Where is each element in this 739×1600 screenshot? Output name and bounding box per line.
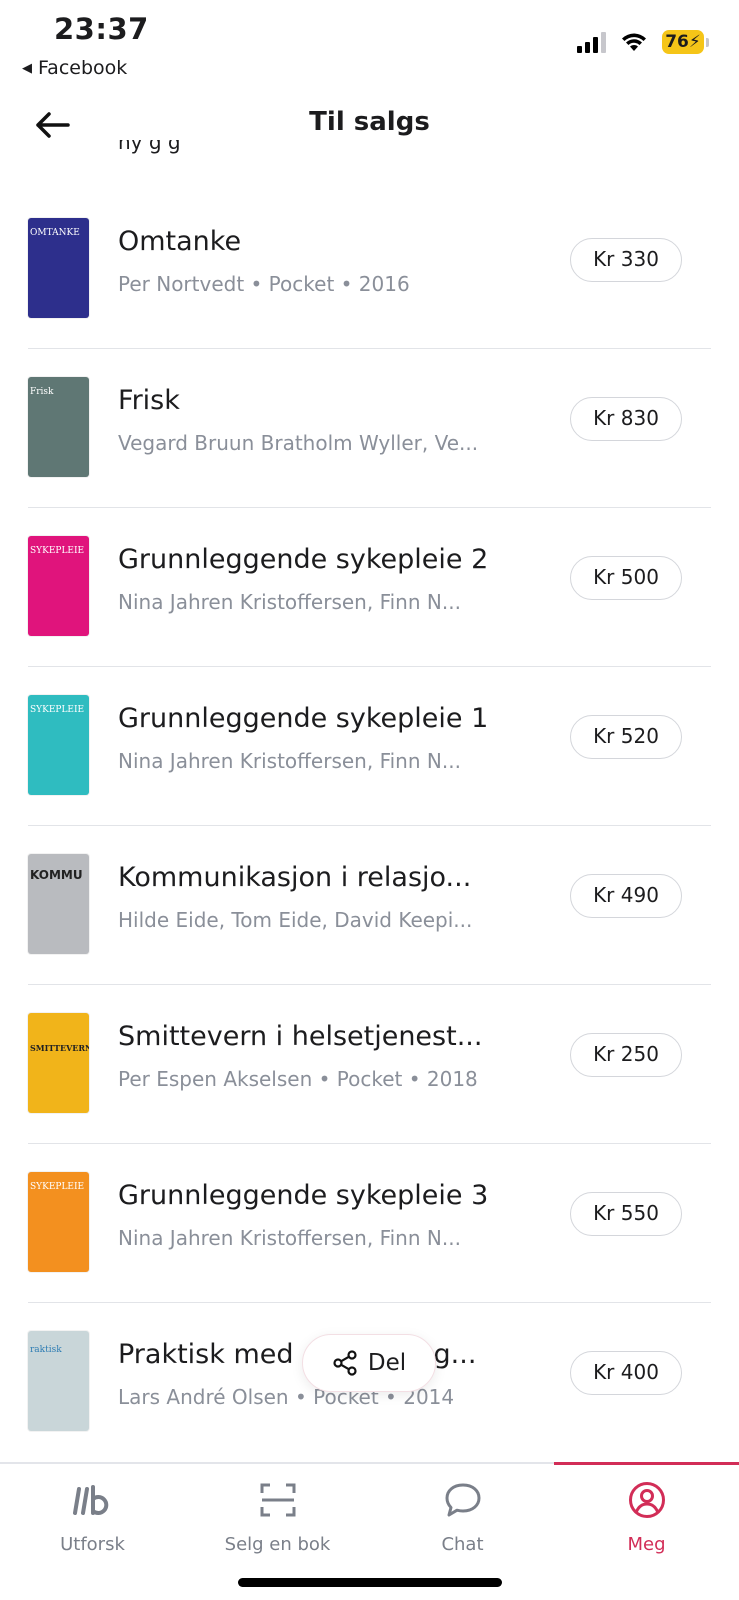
- tab-label: Selg en bok: [224, 1534, 331, 1555]
- price-button[interactable]: Kr 250: [570, 1033, 682, 1077]
- back-app-label: Facebook: [38, 57, 128, 79]
- price-button[interactable]: Kr 550: [570, 1192, 682, 1236]
- book-cover-image: SYKEPLEIE: [28, 1172, 89, 1272]
- book-cover-text: SYKEPLEIE: [30, 1182, 85, 1192]
- book-cover-image: SMITTEVERN: [28, 1013, 89, 1113]
- book-title-end: g...: [433, 1339, 477, 1370]
- book-list: OMTANKE Omtanke Per Nortvedt • Pocket • 20…: [0, 190, 739, 1435]
- book-cover-image: SYKEPLEIE: [28, 695, 89, 795]
- price-button[interactable]: Kr 490: [570, 874, 682, 918]
- tab-utforsk[interactable]: Utforsk: [0, 1464, 185, 1574]
- chat-bubble-icon: [441, 1478, 485, 1522]
- page-header: Til salgs: [0, 95, 739, 155]
- book-cover-text: raktisk: [30, 1345, 62, 1355]
- share-button[interactable]: Del: [302, 1334, 436, 1392]
- book-title: Grunnleggende sykepleie 2: [118, 544, 489, 575]
- book-title: Smittevern i helsetjenest...: [118, 1021, 483, 1052]
- price-button[interactable]: Kr 500: [570, 556, 682, 600]
- book-title: Omtanke: [118, 226, 242, 257]
- tab-label: Meg: [627, 1534, 666, 1555]
- tab-chat[interactable]: Chat: [370, 1464, 555, 1574]
- book-title: Frisk: [118, 385, 180, 416]
- book-details: Nina Jahren Kristoffersen, Finn N...: [118, 1226, 461, 1250]
- tab-label: Chat: [441, 1534, 484, 1555]
- tab-label: Utforsk: [60, 1534, 125, 1555]
- book-details: Vegard Bruun Bratholm Wyller, Ve...: [118, 431, 479, 455]
- book-cover-text: KOMMU: [30, 868, 83, 882]
- book-details: Nina Jahren Kristoffersen, Finn N...: [118, 749, 461, 773]
- share-label: Del: [367, 1350, 407, 1376]
- book-details: Hilde Eide, Tom Eide, David Keepi...: [118, 908, 473, 932]
- library-icon: [71, 1478, 115, 1522]
- book-list-item[interactable]: SMITTEVERN Smittevern i helsetjenest... Pe…: [0, 985, 739, 1144]
- tab-selg-en-bok[interactable]: Selg en bok: [185, 1464, 370, 1574]
- book-list-item[interactable]: OMTANKE Omtanke Per Nortvedt • Pocket • 20…: [0, 190, 739, 349]
- wifi-icon: [622, 33, 646, 51]
- scan-icon: [256, 1478, 300, 1522]
- tab-meg[interactable]: Meg: [554, 1462, 739, 1574]
- price-button[interactable]: Kr 830: [570, 397, 682, 441]
- book-details: Nina Jahren Kristoffersen, Finn N...: [118, 590, 461, 614]
- back-triangle-icon: ◀: [22, 60, 32, 76]
- home-indicator: [238, 1578, 502, 1587]
- book-cover-text: Frisk: [30, 387, 54, 397]
- book-cover-image: KOMMU: [28, 854, 89, 954]
- price-button[interactable]: Kr 400: [570, 1351, 682, 1395]
- battery-icon: 76⚡: [662, 30, 709, 54]
- book-cover-image: Frisk: [28, 377, 89, 477]
- status-bar: 23:37 ◀ Facebook 76⚡: [0, 0, 739, 90]
- book-title: Kommunikasjon i relasjo...: [118, 862, 472, 893]
- cellular-signal-icon: [577, 31, 606, 53]
- battery-level: 76: [665, 32, 689, 52]
- book-list-item[interactable]: KOMMU Kommunikasjon i relasjo... Hilde Eid…: [0, 826, 739, 985]
- book-cover-text: SYKEPLEIE: [30, 705, 85, 715]
- book-cover-text: SYKEPLEIE: [30, 546, 85, 556]
- page-title: Til salgs: [309, 107, 430, 137]
- profile-icon: [625, 1478, 669, 1522]
- book-list-item[interactable]: SYKEPLEIE Grunnleggende sykepleie 2 Nina J…: [0, 508, 739, 667]
- book-title: Grunnleggende sykepleie 1: [118, 703, 489, 734]
- share-icon: [333, 1350, 357, 1376]
- active-tab-indicator: [554, 1462, 739, 1465]
- book-title-start: Praktisk med: [118, 1339, 294, 1370]
- book-cover-image: OMTANKE: [28, 218, 89, 318]
- book-details: Per Nortvedt • Pocket • 2016: [118, 272, 410, 296]
- status-time: 23:37: [54, 12, 149, 46]
- book-title: Grunnleggende sykepleie 3: [118, 1180, 489, 1211]
- price-button[interactable]: Kr 330: [570, 238, 682, 282]
- book-cover-image: SYKEPLEIE: [28, 536, 89, 636]
- book-list-item[interactable]: Frisk Frisk Vegard Bruun Bratholm Wyller, …: [0, 349, 739, 508]
- scrolled-away-text: ny g g: [118, 140, 181, 154]
- book-details: Per Espen Akselsen • Pocket • 2018: [118, 1067, 478, 1091]
- book-cover-image: raktisk: [28, 1331, 89, 1431]
- book-list-item[interactable]: SYKEPLEIE Grunnleggende sykepleie 3 Nina J…: [0, 1144, 739, 1303]
- book-cover-text: SMITTEVERN: [30, 1043, 89, 1053]
- price-button[interactable]: Kr 520: [570, 715, 682, 759]
- book-list-item[interactable]: SYKEPLEIE Grunnleggende sykepleie 1 Nina J…: [0, 667, 739, 826]
- back-to-app-link[interactable]: ◀ Facebook: [22, 57, 127, 79]
- book-cover-text: OMTANKE: [30, 228, 80, 238]
